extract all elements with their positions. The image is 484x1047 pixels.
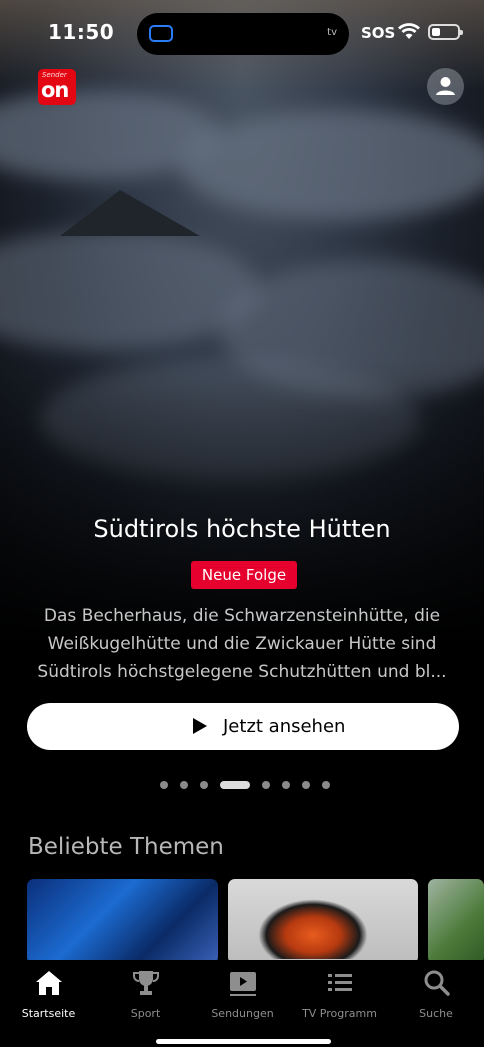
wifi-icon <box>398 23 420 39</box>
topic-tile[interactable] <box>27 879 218 964</box>
topic-tile[interactable] <box>428 879 484 964</box>
new-episode-badge: Neue Folge <box>191 561 297 589</box>
description-line: Südtirols höchstgelegene Schutzhütten un… <box>37 662 447 682</box>
tab-label: TV Programm <box>302 1007 377 1020</box>
sos-indicator: SOS <box>361 24 396 42</box>
app-logo[interactable]: Sender on <box>38 69 76 105</box>
motorbike-image <box>258 899 368 959</box>
carousel-dot[interactable] <box>200 781 208 789</box>
carousel-dot[interactable] <box>160 781 168 789</box>
carousel-dot[interactable] <box>180 781 188 789</box>
screen-share-icon <box>149 25 173 42</box>
topic-tile[interactable] <box>228 879 418 964</box>
status-bar: 11:50 tv SOS <box>0 0 484 66</box>
tab-tv-programm[interactable]: TV Programm <box>291 960 388 1020</box>
home-icon <box>35 971 62 995</box>
search-icon <box>424 970 450 996</box>
dynamic-island: tv <box>137 13 349 55</box>
cloud <box>180 110 484 220</box>
carousel-dot[interactable] <box>282 781 290 789</box>
logo-text: on <box>41 78 69 102</box>
user-icon <box>436 77 455 95</box>
carousel-indicator[interactable] <box>160 780 340 790</box>
tab-label: Suche <box>419 1007 453 1020</box>
hero-title: Südtirols höchste Hütten <box>93 515 391 543</box>
tab-label: Startseite <box>21 1007 76 1020</box>
tab-bar: Startseite Sport Sendungen TV Programm S… <box>0 960 484 1047</box>
play-icon <box>193 718 207 734</box>
profile-button[interactable] <box>427 68 464 105</box>
island-label: tv <box>327 27 337 38</box>
status-time: 11:50 <box>48 20 115 44</box>
watch-now-button[interactable]: Jetzt ansehen <box>27 703 459 750</box>
tab-sendungen[interactable]: Sendungen <box>194 960 291 1020</box>
carousel-dot[interactable] <box>262 781 270 789</box>
home-indicator[interactable] <box>156 1039 331 1044</box>
hero-banner[interactable] <box>0 0 484 700</box>
tab-suche[interactable]: Suche <box>388 960 484 1020</box>
tab-startseite[interactable]: Startseite <box>0 960 97 1020</box>
carousel-dot[interactable] <box>220 781 250 789</box>
carousel-dot[interactable] <box>302 781 310 789</box>
hero-description: Das Becherhaus, die Schwarzensteinhütte,… <box>24 602 460 686</box>
tab-label: Sport <box>130 1007 161 1020</box>
battery-icon <box>428 24 463 40</box>
trophy-icon <box>132 971 159 995</box>
tab-label: Sendungen <box>211 1007 274 1020</box>
tab-sport[interactable]: Sport <box>97 960 194 1020</box>
carousel-dot[interactable] <box>322 781 330 789</box>
watch-now-label: Jetzt ansehen <box>223 716 346 737</box>
section-title: Beliebte Themen <box>28 834 224 860</box>
description-line: Weißkugelhütte und die Zwickauer Hütte s… <box>47 634 437 654</box>
play-screen-icon <box>229 972 256 996</box>
list-icon <box>327 974 352 991</box>
mountain-peak <box>60 190 200 236</box>
description-line: Das Becherhaus, die Schwarzensteinhütte,… <box>43 606 441 626</box>
